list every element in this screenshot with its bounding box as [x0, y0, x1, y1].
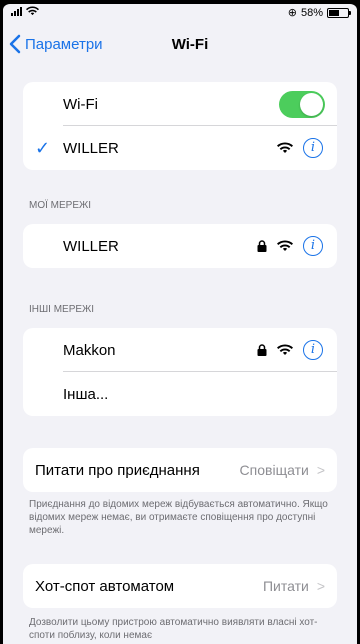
my-networks-group: WILLER i	[23, 224, 337, 268]
ask-to-join-group: Питати про приєднання Сповіщати >	[23, 448, 337, 492]
wifi-toggle-group: Wi-Fi ✓ WILLER i	[23, 82, 337, 170]
wifi-signal-icon	[277, 344, 293, 355]
toggle-knob	[300, 92, 323, 116]
status-bar: ⊕ 58%	[3, 4, 357, 28]
cellular-signal-icon	[11, 6, 22, 16]
checkmark-icon: ✓	[35, 137, 51, 158]
network-icons: i	[257, 236, 323, 256]
network-name: WILLER	[63, 237, 119, 255]
network-row-willer[interactable]: WILLER i	[23, 224, 337, 268]
page-title: Wi-Fi	[171, 36, 209, 53]
my-networks-header: МОЇ МЕРЕЖІ	[29, 200, 92, 211]
status-right: ⊕ 58%	[287, 6, 351, 19]
battery-percent: 58%	[300, 6, 323, 19]
wifi-toggle[interactable]	[279, 90, 325, 118]
chevron-right-icon: >	[316, 462, 325, 478]
chevron-right-icon: >	[316, 578, 325, 594]
wifi-signal-icon	[277, 240, 293, 251]
connected-network-row[interactable]: ✓ WILLER i	[23, 126, 337, 170]
ask-to-join-value: Сповіщати >	[240, 462, 325, 478]
other-networks-header: ІНШІ МЕРЕЖІ	[29, 304, 95, 315]
settings-screen: ⊕ 58% Параметри Wi-Fi Wi-Fi ✓ WILLER i М…	[0, 0, 360, 644]
lock-icon	[257, 240, 267, 252]
battery-icon	[327, 7, 351, 18]
navigation-bar: Параметри Wi-Fi	[3, 32, 357, 62]
network-name: Makkon	[63, 341, 116, 359]
wifi-toggle-label: Wi-Fi	[63, 95, 98, 113]
auto-hotspot-footnote: Дозволити цьому пристрою автоматично вия…	[29, 617, 318, 641]
auto-hotspot-value-text: Питати	[262, 578, 309, 594]
other-network-label: Інша...	[63, 385, 109, 403]
network-icons: i	[257, 340, 323, 360]
other-networks-group: Makkon i Інша...	[23, 328, 337, 416]
ask-to-join-value-text: Сповіщати	[239, 462, 309, 478]
info-icon[interactable]: i	[303, 236, 323, 256]
wifi-signal-icon	[277, 142, 293, 153]
auto-hotspot-label: Хот-спот автоматом	[35, 577, 175, 595]
auto-hotspot-value: Питати >	[263, 578, 325, 594]
wifi-toggle-row: Wi-Fi	[23, 82, 337, 126]
ask-to-join-footnote: Приєднання до відомих мереж відбувається…	[29, 499, 328, 536]
network-row-makkon[interactable]: Makkon i	[23, 328, 337, 372]
auto-hotspot-row[interactable]: Хот-спот автоматом Питати >	[23, 564, 337, 608]
status-left	[11, 6, 39, 16]
connected-network-name: WILLER	[63, 139, 119, 157]
ask-to-join-label: Питати про приєднання	[35, 461, 200, 479]
network-icons: i	[277, 138, 323, 158]
other-network-row[interactable]: Інша...	[23, 372, 337, 416]
auto-hotspot-group: Хот-спот автоматом Питати >	[23, 564, 337, 608]
orientation-lock-icon: ⊕	[287, 7, 297, 19]
lock-icon	[257, 344, 267, 356]
info-icon[interactable]: i	[303, 138, 323, 158]
ask-to-join-row[interactable]: Питати про приєднання Сповіщати >	[23, 448, 337, 492]
info-icon[interactable]: i	[303, 340, 323, 360]
wifi-status-icon	[26, 6, 39, 16]
